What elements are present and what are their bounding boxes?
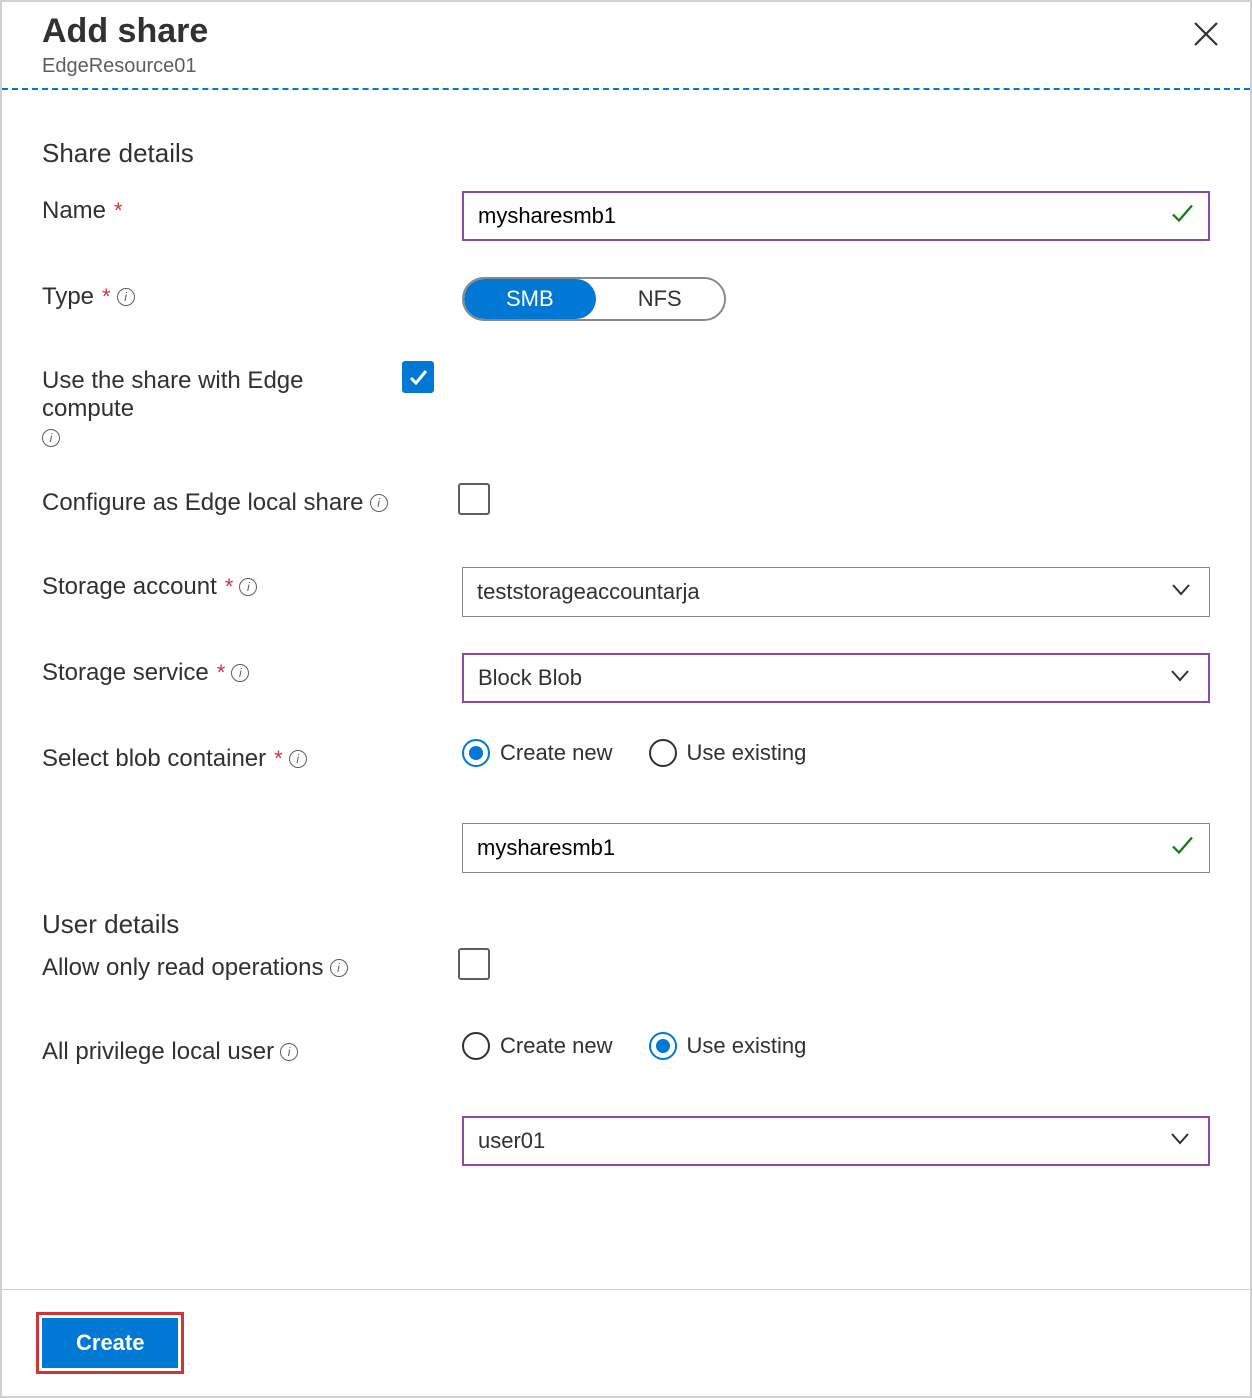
required-asterisk: * xyxy=(114,198,123,224)
checkmark-icon xyxy=(407,366,429,388)
checkmark-icon xyxy=(1168,832,1196,865)
user-create-new-radio[interactable]: Create new xyxy=(462,1032,613,1060)
info-icon[interactable]: i xyxy=(42,429,60,447)
form-scroll-area[interactable]: Share details Name* Type* i xyxy=(2,90,1250,1289)
info-icon[interactable]: i xyxy=(231,664,249,682)
create-button[interactable]: Create xyxy=(42,1318,178,1368)
blob-container-label: Select blob container* i xyxy=(42,739,462,773)
panel-header: Add share EdgeResource01 xyxy=(2,2,1250,88)
info-icon[interactable]: i xyxy=(280,1043,298,1061)
info-icon[interactable]: i xyxy=(370,494,388,512)
info-icon[interactable]: i xyxy=(239,578,257,596)
read-only-label: Allow only read operations i xyxy=(42,948,462,982)
chevron-down-icon xyxy=(1168,1126,1192,1156)
section-user-details: User details xyxy=(42,909,1210,940)
edge-local-checkbox[interactable] xyxy=(458,483,490,515)
panel-footer: Create xyxy=(2,1289,1250,1396)
name-label: Name* xyxy=(42,191,462,225)
checkmark-icon xyxy=(1168,200,1196,233)
info-icon[interactable]: i xyxy=(330,959,348,977)
storage-account-label: Storage account* i xyxy=(42,567,462,601)
chevron-down-icon xyxy=(1168,663,1192,693)
read-only-checkbox[interactable] xyxy=(458,948,490,980)
blob-container-input[interactable] xyxy=(462,823,1210,873)
info-icon[interactable]: i xyxy=(117,288,135,306)
close-button[interactable] xyxy=(1192,20,1220,53)
panel-subtitle: EdgeResource01 xyxy=(42,55,1210,78)
type-label: Type* i xyxy=(42,277,462,311)
name-input[interactable] xyxy=(462,191,1210,241)
chevron-down-icon xyxy=(1169,577,1193,607)
type-nfs-option[interactable]: NFS xyxy=(596,279,724,319)
edge-compute-checkbox[interactable] xyxy=(402,361,434,393)
storage-service-dropdown[interactable]: Block Blob xyxy=(462,653,1210,703)
panel-title: Add share xyxy=(42,12,1210,51)
section-share-details: Share details xyxy=(42,138,1210,169)
edge-compute-label: Use the share with Edge compute i xyxy=(42,361,402,447)
blob-create-new-radio[interactable]: Create new xyxy=(462,739,613,767)
storage-account-dropdown[interactable]: teststorageaccountarja xyxy=(462,567,1210,617)
type-smb-option[interactable]: SMB xyxy=(464,279,596,319)
storage-service-label: Storage service* i xyxy=(42,653,462,687)
close-icon xyxy=(1192,20,1220,48)
info-icon[interactable]: i xyxy=(289,750,307,768)
local-user-dropdown[interactable]: user01 xyxy=(462,1116,1210,1166)
edge-local-label: Configure as Edge local share i xyxy=(42,483,462,517)
type-toggle[interactable]: SMB NFS xyxy=(462,277,726,321)
user-use-existing-radio[interactable]: Use existing xyxy=(649,1032,807,1060)
blob-use-existing-radio[interactable]: Use existing xyxy=(649,739,807,767)
local-user-label: All privilege local user i xyxy=(42,1032,462,1066)
